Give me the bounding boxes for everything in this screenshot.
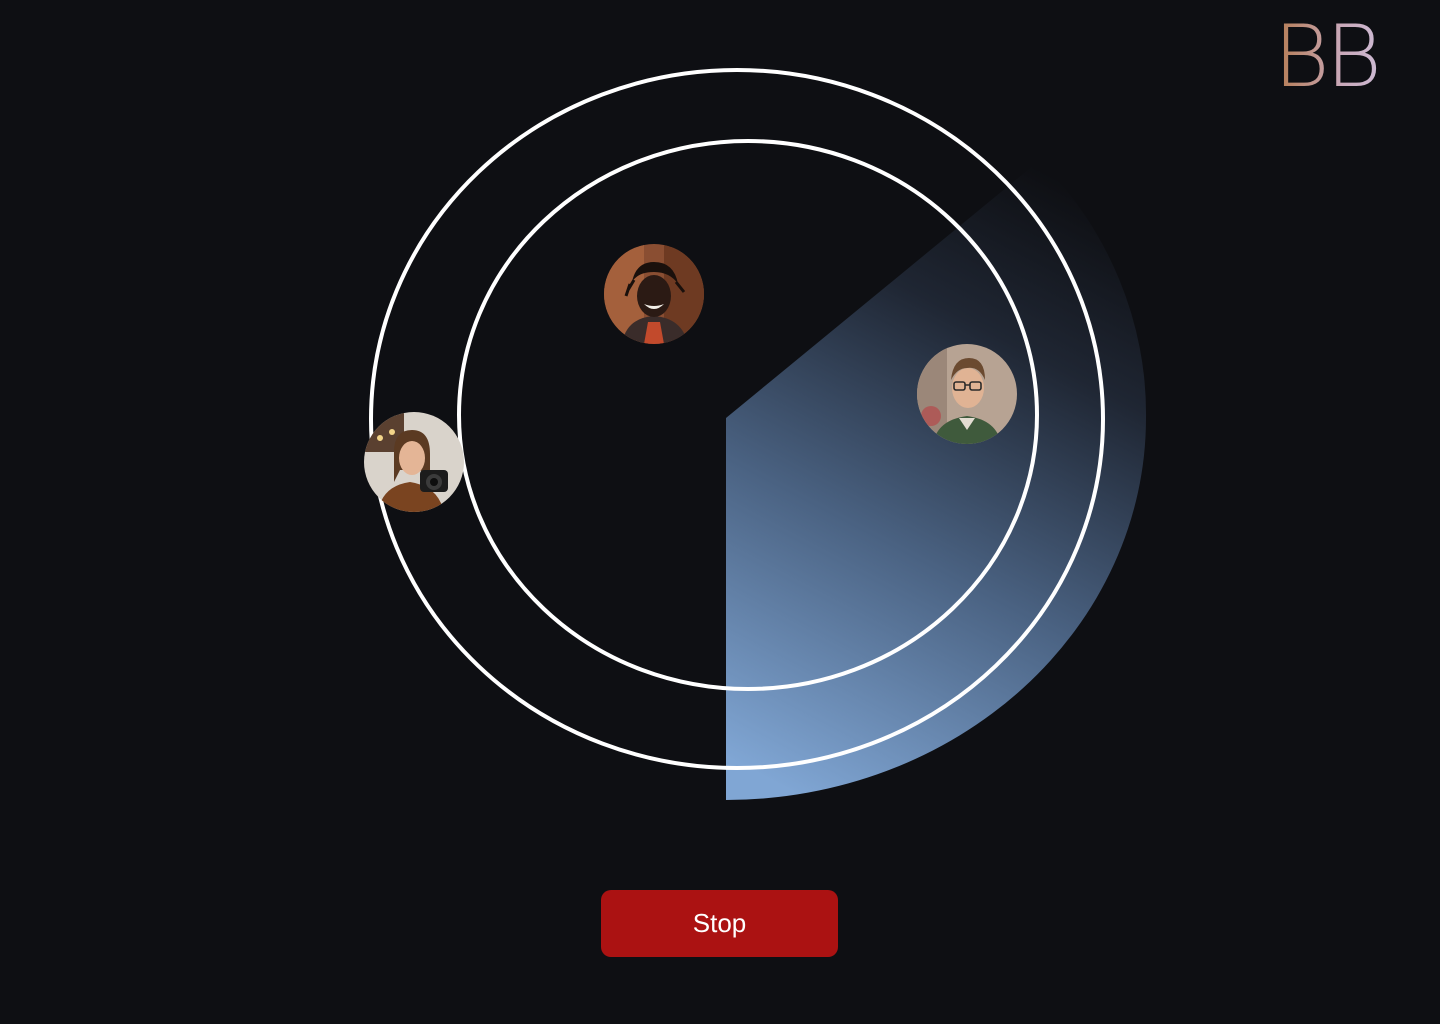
avatar-top-user[interactable] [604, 244, 704, 344]
stop-button[interactable]: Stop [601, 890, 838, 957]
avatar-right-user[interactable] [917, 344, 1017, 444]
person-smiling-avatar-icon [604, 244, 704, 344]
radar-visualization [369, 68, 1147, 800]
radar-screen: BB Stop [0, 0, 1440, 1024]
person-camera-avatar-icon [364, 412, 464, 512]
avatar-left-user[interactable] [364, 412, 464, 512]
person-glasses-avatar-icon [917, 344, 1017, 444]
radar-sweep [726, 160, 1147, 800]
